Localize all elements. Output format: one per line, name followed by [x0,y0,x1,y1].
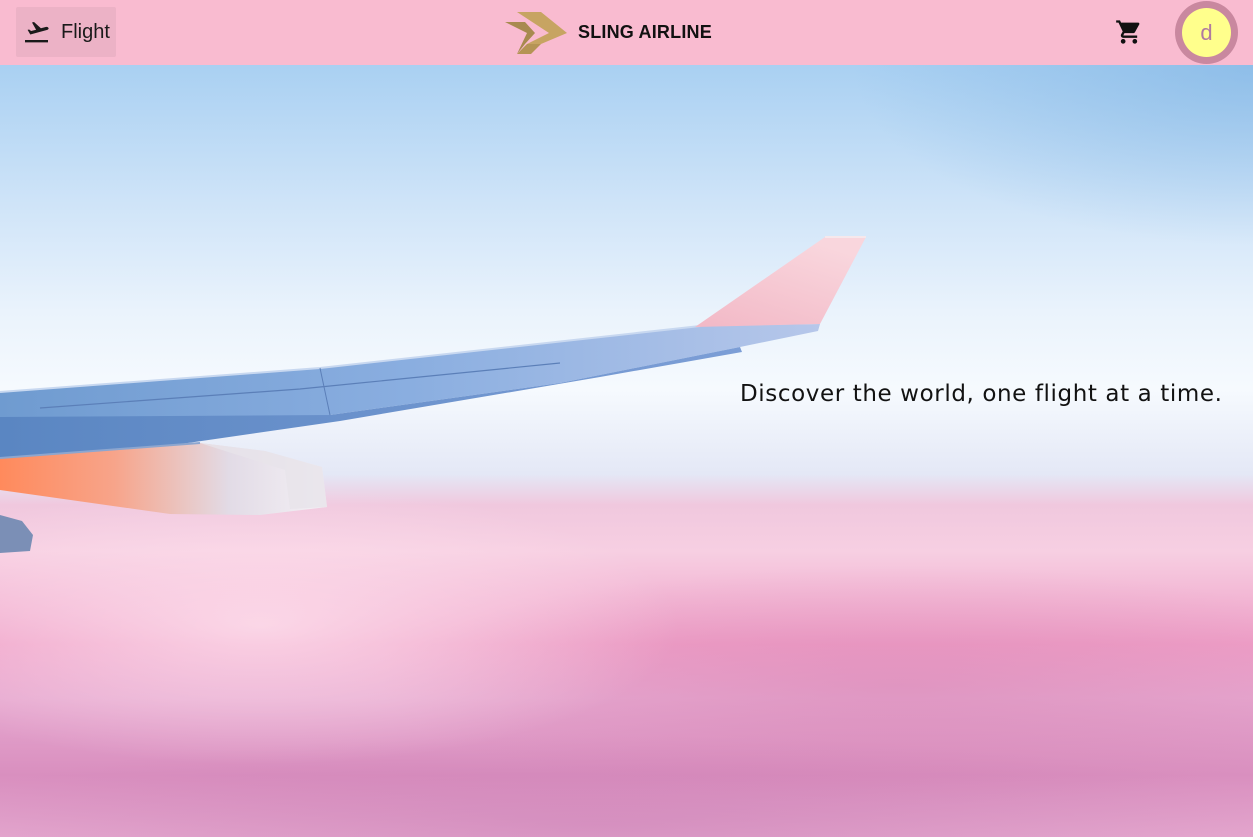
hero-banner: Discover the world, one flight at a time… [0,65,1253,837]
avatar-initial: d [1182,8,1231,57]
brand[interactable]: SLING AIRLINE [505,12,712,54]
top-app-bar: Flight SLING AIRLINE d [0,0,1253,65]
page: Flight SLING AIRLINE d Discover the worl… [0,0,1253,837]
brand-name: SLING AIRLINE [578,22,712,42]
flight-button[interactable]: Flight [16,7,116,57]
user-avatar[interactable]: d [1175,1,1238,64]
shopping-cart-icon[interactable] [1115,18,1143,46]
hero-tagline: Discover the world, one flight at a time… [740,381,1223,407]
flight-takeoff-icon [25,22,49,43]
sling-airline-logo [505,12,567,54]
flight-button-label: Flight [61,21,110,43]
airplane-wing-image [0,236,866,553]
